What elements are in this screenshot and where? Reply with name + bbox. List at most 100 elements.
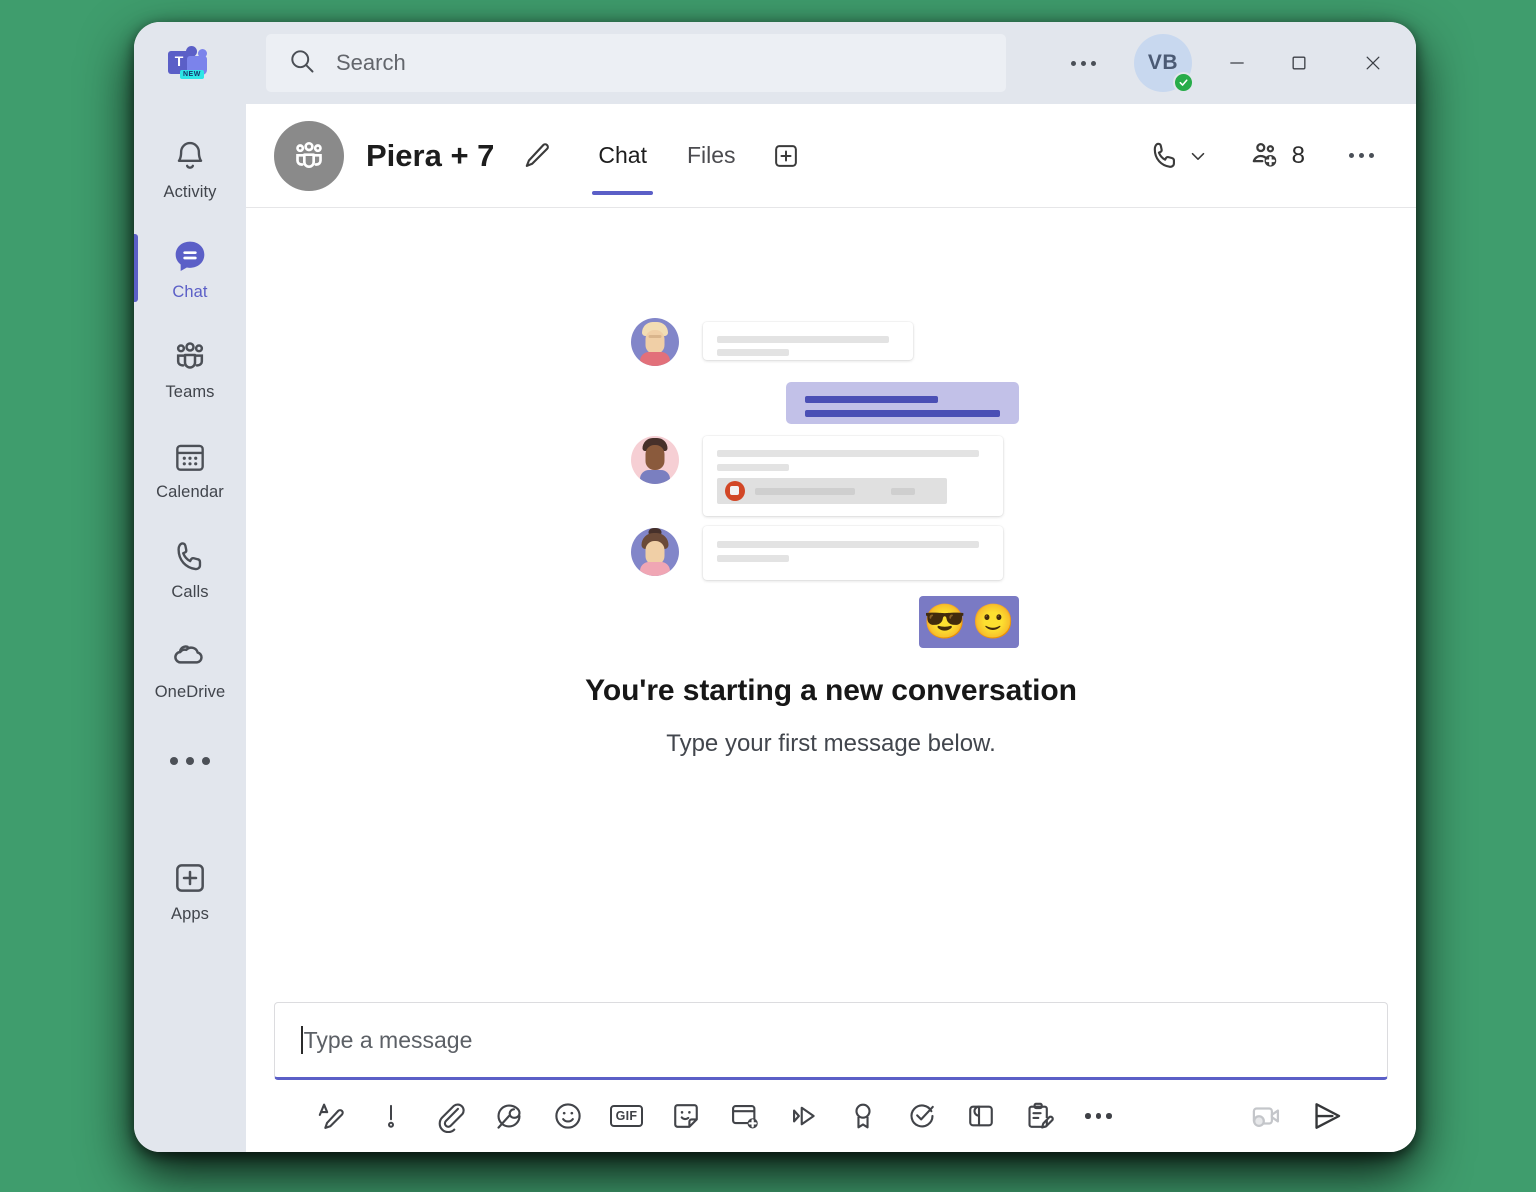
emoji-icon (551, 1099, 585, 1133)
attach-icon (433, 1099, 467, 1133)
message-placeholder: Type a message (304, 1027, 473, 1054)
phone-icon (171, 534, 209, 576)
empty-conversation-state: 😎 🙂 You're starting a new conversation T… (246, 208, 1416, 1002)
tab-label: Chat (598, 142, 647, 169)
main-content: Piera + 7 Chat Files (246, 104, 1416, 1152)
compose-more-button[interactable] (1069, 1088, 1128, 1144)
search-placeholder: Search (336, 50, 406, 76)
chat-tabs: Chat Files (578, 104, 801, 207)
sidebar-item-label: OneDrive (155, 683, 226, 702)
stream-button[interactable] (774, 1088, 833, 1144)
sidebar-item-teams[interactable]: Teams (134, 318, 246, 418)
plus-square-icon (770, 140, 802, 172)
close-icon (1363, 53, 1383, 73)
sunglasses-emoji: 😎 (924, 605, 966, 639)
video-clip-icon (1247, 1098, 1283, 1134)
illustration-message-bubble (703, 436, 1003, 516)
calendar-icon (171, 434, 209, 476)
illustration-file-attachment (717, 478, 947, 504)
loop-icon (492, 1099, 526, 1133)
sidebar-item-apps[interactable]: Apps (134, 840, 246, 940)
teams-icon (170, 334, 210, 376)
sticker-button[interactable] (656, 1088, 715, 1144)
meet-now-button[interactable] (715, 1088, 774, 1144)
app-sidebar: Activity Chat (134, 104, 246, 1152)
more-horizontal-icon (1071, 61, 1096, 66)
minimize-button[interactable] (1206, 22, 1268, 104)
message-input[interactable]: Type a message (274, 1002, 1388, 1080)
more-options-icon (1085, 1113, 1112, 1119)
people-count: 8 (1292, 142, 1305, 170)
teams-window: NEW Search VB (134, 22, 1416, 1152)
pencil-icon (520, 139, 554, 173)
tab-chat[interactable]: Chat (578, 104, 667, 207)
sidebar-item-label: Chat (172, 283, 207, 302)
importance-button[interactable] (361, 1088, 420, 1144)
search-input[interactable]: Search (266, 34, 1006, 92)
sidebar-item-label: Apps (171, 905, 209, 924)
sidebar-item-label: Teams (165, 383, 214, 402)
call-button[interactable] (1140, 133, 1217, 179)
tab-label: Files (687, 142, 736, 169)
sidebar-item-onedrive[interactable]: OneDrive (134, 618, 246, 718)
shifts-icon (964, 1099, 998, 1133)
text-caret (301, 1026, 303, 1054)
tab-files[interactable]: Files (667, 104, 756, 207)
illustration-emoji-bubble: 😎 🙂 (919, 596, 1019, 648)
add-people-icon (1247, 138, 1283, 174)
bell-icon (171, 134, 209, 176)
edit-chat-name-button[interactable] (520, 139, 554, 173)
illustration-message-bubble (703, 526, 1003, 580)
send-button[interactable] (1294, 1088, 1360, 1144)
phone-icon (1148, 139, 1182, 173)
plus-square-icon (170, 856, 210, 898)
approvals-button[interactable] (892, 1088, 951, 1144)
search-icon (288, 47, 316, 80)
sidebar-item-calls[interactable]: Calls (134, 518, 246, 618)
illustration-avatar (631, 528, 679, 576)
attach-button[interactable] (420, 1088, 479, 1144)
sidebar-item-activity[interactable]: Activity (134, 118, 246, 218)
praise-icon (846, 1099, 880, 1133)
close-button[interactable] (1330, 22, 1416, 104)
titlebar-more-button[interactable] (1046, 22, 1120, 104)
chat-header: Piera + 7 Chat Files (246, 104, 1416, 208)
praise-button[interactable] (833, 1088, 892, 1144)
compose-toolbar: GIF (274, 1080, 1388, 1152)
user-avatar[interactable]: VB (1134, 34, 1192, 92)
add-people-button[interactable]: 8 (1239, 132, 1313, 180)
add-tab-button[interactable] (770, 104, 802, 207)
more-horizontal-icon (1349, 153, 1374, 158)
video-clip-button[interactable] (1235, 1088, 1294, 1144)
new-conversation-illustration: 😎 🙂 (631, 318, 1031, 658)
tasks-button[interactable] (1010, 1088, 1069, 1144)
sidebar-item-label: Calendar (156, 483, 224, 502)
tasks-icon (1023, 1099, 1057, 1133)
app-logo: NEW (134, 45, 246, 81)
maximize-button[interactable] (1268, 22, 1330, 104)
title-bar: NEW Search VB (134, 22, 1416, 104)
loop-button[interactable] (479, 1088, 538, 1144)
chevron-down-icon (1187, 145, 1209, 167)
smile-emoji: 🙂 (972, 605, 1014, 639)
format-icon (315, 1099, 349, 1133)
illustration-avatar (631, 436, 679, 484)
sidebar-item-calendar[interactable]: Calendar (134, 418, 246, 518)
sidebar-more-button[interactable] (134, 718, 246, 804)
importance-icon (375, 1100, 407, 1132)
send-icon (1308, 1097, 1346, 1135)
sidebar-item-chat[interactable]: Chat (134, 218, 246, 318)
logo-new-badge: NEW (180, 70, 204, 79)
format-button[interactable] (302, 1088, 361, 1144)
approvals-icon (905, 1099, 939, 1133)
shifts-button[interactable] (951, 1088, 1010, 1144)
stream-icon (787, 1099, 821, 1133)
sticker-icon (669, 1099, 703, 1133)
minimize-icon (1227, 53, 1247, 73)
gif-button[interactable]: GIF (597, 1088, 656, 1144)
group-avatar[interactable] (274, 121, 344, 191)
illustration-outgoing-bubble (786, 382, 1019, 424)
emoji-button[interactable] (538, 1088, 597, 1144)
chat-more-button[interactable] (1335, 143, 1388, 168)
people-group-icon (289, 136, 329, 176)
